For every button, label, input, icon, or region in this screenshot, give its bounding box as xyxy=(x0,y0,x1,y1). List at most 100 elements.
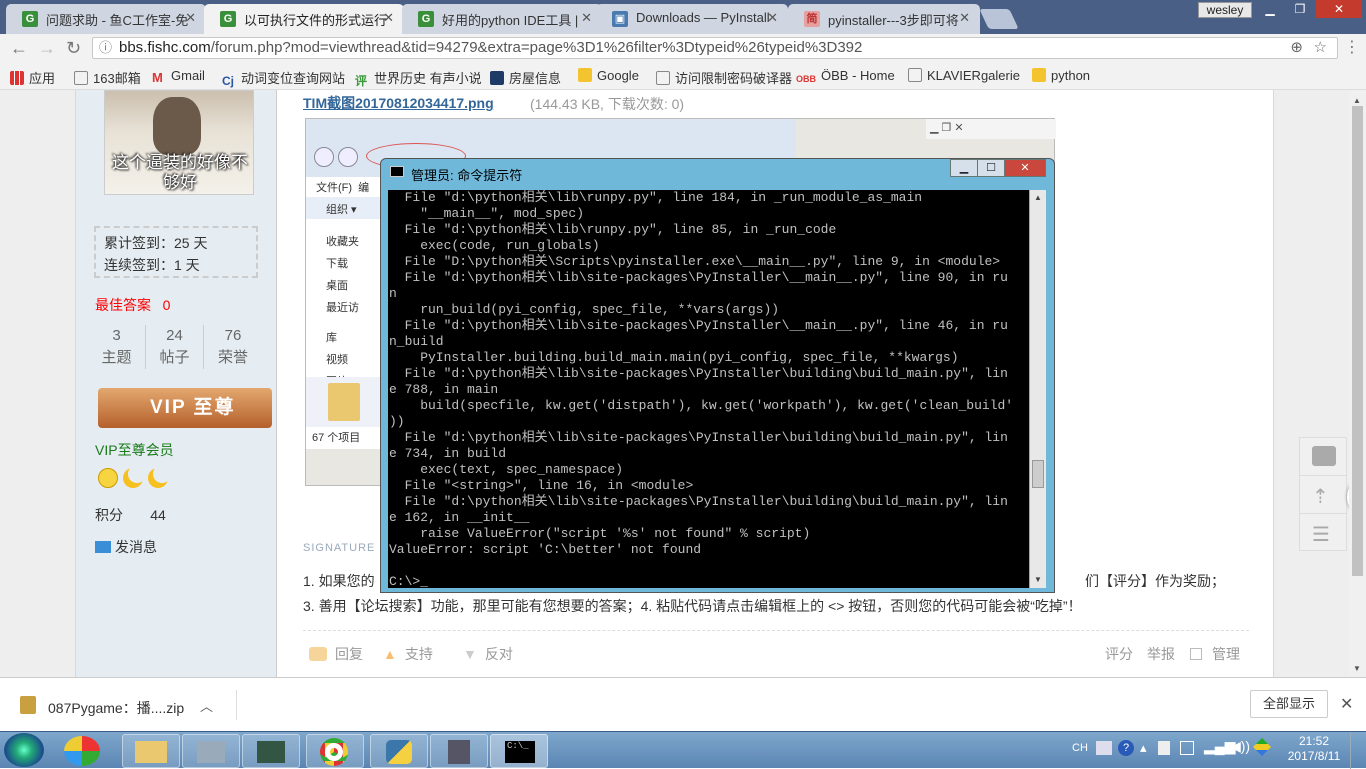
best-answer: 最佳答案 0 xyxy=(95,297,171,313)
address-bar[interactable]: ⓘ bbs.fishc.com/forum.php?mod=viewthread… xyxy=(92,37,1338,59)
back-icon[interactable]: ← xyxy=(10,38,28,58)
zip-file-icon xyxy=(20,696,36,714)
stat-posts[interactable]: 24 帖子 xyxy=(146,325,204,369)
cmd-line: File "d:\python相关\lib\site-packages\PyIn… xyxy=(389,270,1008,285)
python-taskbar-icon[interactable] xyxy=(370,734,428,768)
new-tab-button[interactable] xyxy=(979,9,1019,29)
star-icon[interactable]: ☆ xyxy=(1314,38,1327,58)
send-message-link[interactable]: 发消息 xyxy=(95,537,157,557)
tab-2[interactable]: G 以可执行文件的形式运行 ✕ xyxy=(204,4,404,34)
cmd-taskbar-icon[interactable]: C:\_ xyxy=(490,734,548,768)
comment-icon[interactable] xyxy=(1312,446,1336,466)
fishc-favicon-icon: G xyxy=(220,11,236,27)
cmd-line: e 734, in build xyxy=(389,446,507,461)
forward-icon[interactable]: → xyxy=(38,38,56,58)
start-button[interactable] xyxy=(4,733,44,767)
cmd-line: File "d:\python相关\lib\site-packages\PyIn… xyxy=(389,430,1008,445)
rate-button[interactable]: 评分 xyxy=(1105,644,1133,664)
keyboard-icon[interactable] xyxy=(1096,741,1112,755)
bookmark-klavier[interactable]: KLAVIERgalerie xyxy=(908,68,1020,83)
app-icon[interactable] xyxy=(64,736,100,766)
report-button[interactable]: 举报 xyxy=(1147,644,1175,664)
control-panel-taskbar-icon[interactable] xyxy=(182,734,240,768)
bookmark-python[interactable]: python xyxy=(1032,68,1090,83)
minimize-icon[interactable]: ▁ xyxy=(1256,0,1284,18)
tab-1[interactable]: G 问题求助 - 鱼C工作室-免 ✕ xyxy=(6,4,206,34)
thumb-up-icon: ▲ xyxy=(383,646,397,662)
close-icon[interactable]: ✕ xyxy=(767,10,778,26)
close-icon[interactable]: ✕ xyxy=(581,10,592,26)
page-scrollbar[interactable]: ▲ ▼ xyxy=(1349,90,1366,677)
menu-icon[interactable]: ⋮ xyxy=(1344,38,1360,58)
reply-button[interactable]: 回复 xyxy=(309,644,363,664)
stat-topics[interactable]: 3 主题 xyxy=(88,325,146,369)
support-button[interactable]: ▲ 支持 xyxy=(383,644,433,664)
show-all-button[interactable]: 全部显示 xyxy=(1250,690,1328,718)
bookmark-google[interactable]: Google xyxy=(578,68,639,83)
battery-icon[interactable] xyxy=(1180,741,1194,755)
tips-line-2: 3. 善用【论坛搜索】功能，那里可能有您想要的答案；4. 粘贴代码请点击编辑框上… xyxy=(303,598,1082,614)
cmd-output[interactable]: File "d:\python相关\lib\runpy.py", line 18… xyxy=(388,190,1029,588)
house-icon xyxy=(490,71,504,85)
cmd-line: build(specfile, kw.get('distpath'), kw.g… xyxy=(389,398,1014,413)
cmd-scroll-thumb[interactable] xyxy=(1032,460,1044,488)
restore-icon[interactable]: ❐ xyxy=(1286,0,1314,18)
attachment-meta: (144.43 KB, 下载次数: 0) xyxy=(530,96,685,112)
maximize-icon[interactable]: ☐ xyxy=(977,159,1005,177)
bookmark-gmail[interactable]: M Gmail xyxy=(152,68,205,85)
minimize-icon[interactable]: ▁ xyxy=(950,159,978,177)
cmd-scrollbar[interactable]: ▲ ▼ xyxy=(1030,190,1046,588)
bookmark-cracker[interactable]: 访问限制密码破译器 xyxy=(656,68,792,87)
envelope-icon xyxy=(95,541,111,553)
close-icon[interactable]: ✕ xyxy=(1004,159,1046,177)
profile-button[interactable]: wesley xyxy=(1198,2,1252,18)
tab-3[interactable]: G 好用的python IDE工具 | ✕ xyxy=(402,4,602,34)
page-info-icon[interactable]: ⓘ xyxy=(99,38,112,58)
oppose-button[interactable]: ▼ 反对 xyxy=(463,644,513,664)
show-hidden-icons[interactable]: ▴ xyxy=(1140,740,1147,756)
avatar[interactable]: 这个逼装的好像不够好 xyxy=(104,90,254,195)
cmd-title: 管理员: 命令提示符 xyxy=(411,168,523,183)
bookmark-163[interactable]: 163邮箱 xyxy=(74,68,141,87)
tab-title: Downloads — PyInstall xyxy=(636,10,770,25)
volume-icon[interactable]: ◀)) xyxy=(1230,738,1250,755)
obb-icon: OBB xyxy=(796,74,816,84)
list-icon[interactable]: ☰ xyxy=(1312,522,1330,547)
tab-title: 好用的python IDE工具 | xyxy=(442,13,579,28)
tab-5[interactable]: 简 pyinstaller---3步即可将 ✕ xyxy=(788,4,980,34)
back-to-top-icon[interactable]: ⇡ xyxy=(1312,484,1329,509)
bookmark-history[interactable]: 评世界历史 有声小说 xyxy=(355,68,482,88)
monitor-taskbar-icon[interactable] xyxy=(242,734,300,768)
manage-checkbox[interactable]: 管理 xyxy=(1190,644,1240,664)
command-prompt-window[interactable]: 管理员: 命令提示符 ▁ ☐ ✕ File "d:\python相关\lib\r… xyxy=(380,158,1055,593)
vip-label[interactable]: VIP至尊会员 xyxy=(95,440,174,460)
bookmark-verbs[interactable]: Cj 动词变位查询网站 xyxy=(222,68,345,88)
url-path: /forum.php?mod=viewthread&tid=94279&extr… xyxy=(210,39,863,56)
close-window-icon[interactable]: ✕ xyxy=(1316,0,1362,18)
bookmark-housing[interactable]: 房屋信息 xyxy=(490,68,561,87)
bookmark-obb[interactable]: OBB ÖBB - Home xyxy=(796,68,895,86)
attachment-link[interactable]: TIM截图20170812034417.png xyxy=(303,93,494,113)
close-icon[interactable]: ✕ xyxy=(383,10,394,26)
download-item[interactable]: 087Pygame：播....zip xyxy=(48,698,184,718)
reload-icon[interactable]: ↻ xyxy=(66,38,81,58)
system-clock[interactable]: 21:52 2017/8/11 xyxy=(1284,734,1344,764)
chrome-taskbar-icon[interactable] xyxy=(306,734,364,768)
close-icon[interactable]: ✕ xyxy=(185,10,196,26)
bookmark-apps[interactable]: 应用 xyxy=(10,68,55,87)
chevron-up-icon[interactable]: ︿ xyxy=(200,696,213,715)
zoom-icon[interactable]: ⊕ xyxy=(1290,38,1303,58)
page-scroll-thumb[interactable] xyxy=(1352,106,1363,576)
google-drive-icon[interactable] xyxy=(1252,737,1272,757)
close-icon[interactable]: ✕ xyxy=(1340,694,1353,714)
tray-app-icon[interactable] xyxy=(1158,741,1170,755)
close-icon[interactable]: ✕ xyxy=(959,10,970,26)
language-indicator[interactable]: CH xyxy=(1072,742,1088,754)
calculator-taskbar-icon[interactable] xyxy=(430,734,488,768)
explorer-taskbar-icon[interactable] xyxy=(122,734,180,768)
tab-4[interactable]: ▣ Downloads — PyInstall ✕ xyxy=(596,4,788,34)
cmd-line: run_build(pyi_config, spec_file, **vars(… xyxy=(389,302,780,317)
help-icon[interactable]: ? xyxy=(1118,740,1134,756)
show-desktop-button[interactable] xyxy=(1350,732,1366,769)
stat-honor[interactable]: 76 荣誉 xyxy=(204,325,262,369)
